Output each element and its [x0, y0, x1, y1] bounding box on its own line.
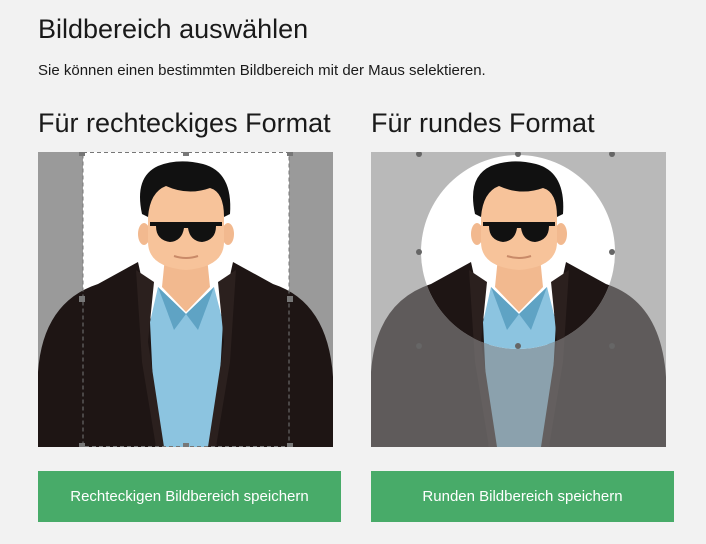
save-rect-crop-button[interactable]: Rechteckigen Bildbereich speichern — [38, 471, 341, 522]
rect-crop-svg[interactable] — [38, 152, 333, 447]
rect-crop-area[interactable] — [38, 152, 333, 447]
page-title: Bildbereich auswählen — [38, 14, 309, 44]
page-subtitle: Sie können einen bestimmten Bildbereich … — [38, 62, 486, 79]
round-crop-area[interactable] — [371, 152, 666, 447]
round-section-title: Für rundes Format — [371, 108, 595, 138]
rect-section-title: Für rechteckiges Format — [38, 108, 331, 138]
round-crop-svg[interactable] — [371, 152, 666, 447]
save-round-crop-button[interactable]: Runden Bildbereich speichern — [371, 471, 674, 522]
